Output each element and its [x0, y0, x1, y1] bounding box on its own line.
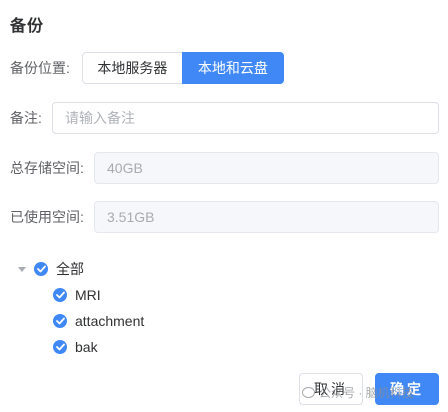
watermark-text: 公众号 · 脑机科技 — [319, 386, 414, 400]
wechat-icon — [302, 387, 315, 398]
backup-location-row: 备份位置: 本地服务器 本地和云盘 — [10, 52, 284, 84]
tree-node-attachment[interactable]: attachment — [16, 308, 144, 334]
tree-node-label: MRI — [75, 287, 101, 303]
remark-row: 备注: 请输入备注 — [10, 102, 439, 134]
checkbox-checked-icon[interactable] — [53, 340, 67, 354]
folder-tree: 全部 MRI attachment bak — [16, 256, 144, 360]
total-storage-row: 总存储空间: 40GB — [10, 152, 439, 184]
used-storage-row: 已使用空间: 3.51GB — [10, 201, 439, 233]
tree-node-bak[interactable]: bak — [16, 334, 144, 360]
backup-location-label: 备份位置: — [10, 60, 70, 76]
backup-dialog: 备份 备份位置: 本地服务器 本地和云盘 备注: 请输入备注 总存储空间: 40… — [0, 0, 448, 412]
backup-location-segmented: 本地服务器 本地和云盘 — [81, 52, 284, 84]
remark-input[interactable]: 请输入备注 — [52, 102, 439, 134]
total-storage-field: 40GB — [94, 152, 439, 184]
checkbox-checked-icon[interactable] — [53, 314, 67, 328]
used-storage-field: 3.51GB — [94, 201, 439, 233]
used-storage-label: 已使用空间: — [10, 209, 84, 225]
total-storage-label: 总存储空间: — [10, 160, 84, 176]
remark-label: 备注: — [10, 110, 42, 126]
option-local-server-button[interactable]: 本地服务器 — [81, 52, 183, 84]
option-local-and-cloud-button[interactable]: 本地和云盘 — [181, 52, 284, 84]
tree-node-label: 全部 — [56, 261, 84, 277]
tree-node-mri[interactable]: MRI — [16, 282, 144, 308]
dialog-title: 备份 — [10, 18, 45, 35]
checkbox-checked-icon[interactable] — [34, 262, 48, 276]
tree-node-label: attachment — [75, 313, 145, 329]
caret-down-icon[interactable] — [18, 266, 26, 272]
checkbox-checked-icon[interactable] — [53, 288, 67, 302]
watermark: 公众号 · 脑机科技 — [302, 384, 414, 401]
tree-node-label: bak — [75, 339, 98, 355]
tree-node-root[interactable]: 全部 — [16, 256, 144, 282]
